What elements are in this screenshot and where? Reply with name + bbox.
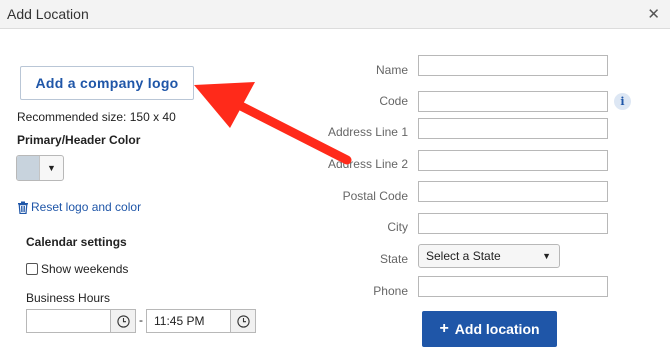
end-time-value[interactable]: 11:45 PM (147, 310, 230, 332)
plus-icon: + (439, 320, 449, 337)
city-input[interactable] (418, 213, 608, 234)
phone-label: Phone (373, 284, 408, 298)
add-location-button[interactable]: + Add location (422, 311, 557, 347)
state-select[interactable]: Select a State ▼ (418, 244, 560, 268)
reset-logo-link[interactable]: Reset logo and color (17, 200, 141, 214)
show-weekends-checkbox[interactable] (26, 263, 38, 275)
show-weekends-label: Show weekends (41, 262, 129, 276)
calendar-settings-heading: Calendar settings (26, 235, 127, 249)
trash-icon (18, 201, 28, 214)
address-line-2-input[interactable] (418, 150, 608, 171)
caret-down-icon: ▼ (47, 163, 56, 173)
color-swatch (17, 156, 40, 180)
caret-down-icon: ▼ (542, 251, 551, 261)
address-line-2-label: Address Line 2 (327, 157, 408, 171)
add-location-label: Add location (454, 321, 540, 337)
info-icon[interactable]: i (614, 93, 631, 110)
dialog-title: Add Location (7, 6, 89, 22)
address-line-1-input[interactable] (418, 118, 608, 139)
primary-color-label: Primary/Header Color (17, 133, 141, 147)
clock-icon[interactable] (110, 310, 135, 332)
name-input[interactable] (418, 55, 608, 76)
time-separator: - (139, 313, 143, 327)
start-time-value[interactable] (27, 310, 110, 332)
business-hours-label: Business Hours (26, 291, 111, 305)
add-company-logo-button[interactable]: Add a company logo (20, 66, 194, 100)
recommended-size-text: Recommended size: 150 x 40 (17, 110, 176, 124)
name-label: Name (375, 63, 408, 77)
code-label: Code (379, 94, 408, 108)
code-input[interactable] (418, 91, 608, 112)
color-picker[interactable]: ▼ (16, 155, 64, 181)
annotation-arrow (194, 82, 352, 165)
end-time-field[interactable]: 11:45 PM (146, 309, 256, 333)
city-label: City (387, 220, 408, 234)
phone-input[interactable] (418, 276, 608, 297)
state-label: State (379, 252, 408, 266)
postal-code-label: Postal Code (342, 189, 408, 203)
address-line-1-label: Address Line 1 (327, 125, 408, 139)
state-select-value: Select a State (426, 249, 501, 263)
reset-logo-label: Reset logo and color (31, 200, 142, 214)
close-icon[interactable]: ✕ (647, 5, 660, 23)
start-time-field[interactable] (26, 309, 136, 333)
clock-icon[interactable] (230, 310, 255, 332)
dialog-titlebar: Add Location ✕ (0, 0, 670, 29)
postal-code-input[interactable] (418, 181, 608, 202)
show-weekends-row[interactable]: Show weekends (26, 262, 128, 276)
